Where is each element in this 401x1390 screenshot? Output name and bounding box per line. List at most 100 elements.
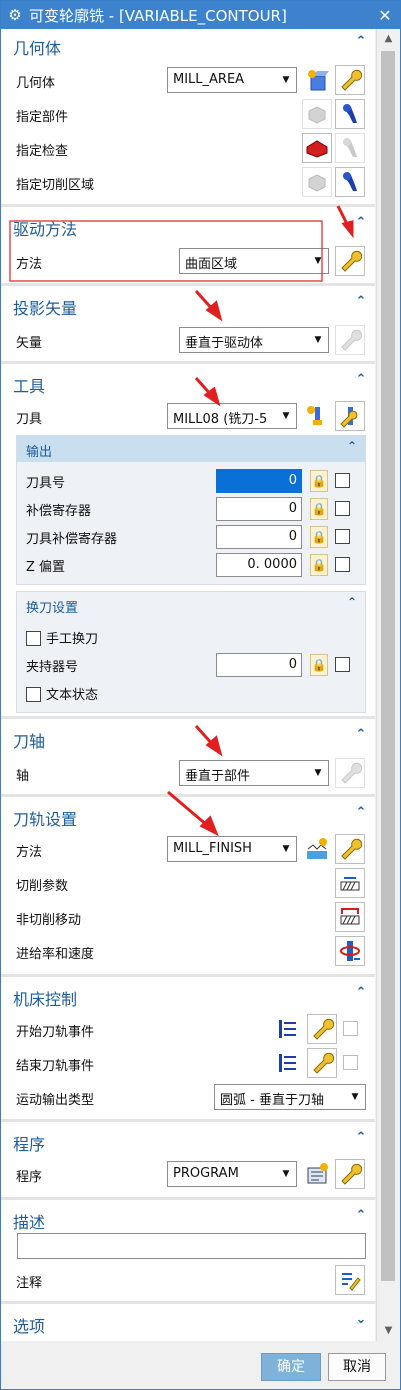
feeds-speeds-icon[interactable] bbox=[335, 936, 365, 966]
chevron-up-icon[interactable]: ⌃ bbox=[353, 985, 369, 1001]
new-tool-icon[interactable] bbox=[302, 401, 332, 431]
row-tool: 刀具 MILL08 (铣刀-5 ▼ bbox=[1, 399, 375, 433]
display-check-flashlight-icon[interactable] bbox=[335, 133, 365, 163]
cutcom-register-input[interactable]: 0 bbox=[216, 525, 302, 549]
section-header-geometry[interactable]: 几何体 ⌃ bbox=[1, 29, 375, 59]
new-method-icon[interactable] bbox=[302, 834, 332, 864]
end-event-copy-icon[interactable] bbox=[273, 1048, 303, 1078]
section-header-machine[interactable]: 机床控制 ⌃ bbox=[1, 980, 375, 1010]
new-geometry-icon[interactable] bbox=[302, 65, 332, 95]
edit-axis-wrench-icon[interactable] bbox=[335, 758, 365, 788]
lock-icon[interactable]: 🔒 bbox=[310, 554, 328, 576]
ok-button[interactable]: 确定 bbox=[261, 1353, 321, 1381]
tool-number-label: 刀具号 bbox=[26, 476, 66, 491]
scroll-down-icon[interactable]: ▼ bbox=[377, 1321, 400, 1341]
holder-number-input[interactable]: 0 bbox=[216, 653, 302, 677]
program-select[interactable]: PROGRAM ▼ bbox=[167, 1161, 297, 1187]
section-header-description[interactable]: 描述 ⌃ bbox=[1, 1203, 375, 1233]
end-event-checkbox[interactable] bbox=[343, 1055, 358, 1070]
close-button[interactable]: ✕ bbox=[370, 6, 400, 25]
dialog-window: ⚙ 可变轮廓铣 - [VARIABLE_CONTOUR] ✕ 几何体 ⌃ 几何体 … bbox=[0, 0, 401, 1390]
program-label: 程序 bbox=[16, 1170, 43, 1185]
z-offset-input[interactable]: 0. 0000 bbox=[216, 553, 302, 577]
note-edit-icon[interactable] bbox=[335, 1265, 365, 1295]
edit-method-wrench-icon[interactable] bbox=[335, 834, 365, 864]
section-header-tool[interactable]: 工具 ⌃ bbox=[1, 367, 375, 397]
edit-end-event-wrench-icon[interactable] bbox=[307, 1048, 337, 1078]
chevron-up-icon[interactable]: ⌃ bbox=[353, 372, 369, 388]
holder-number-checkbox[interactable] bbox=[335, 657, 350, 672]
chevron-up-icon[interactable]: ⌃ bbox=[353, 34, 369, 50]
vector-select[interactable]: 垂直于驱动体 ▼ bbox=[179, 327, 329, 353]
z-offset-checkbox[interactable] bbox=[335, 557, 350, 572]
edit-geometry-wrench-icon[interactable] bbox=[335, 65, 365, 95]
tool-select[interactable]: MILL08 (铣刀-5 ▼ bbox=[167, 403, 297, 429]
lock-icon[interactable]: 🔒 bbox=[310, 526, 328, 548]
display-part-flashlight-icon[interactable] bbox=[335, 99, 365, 129]
section-header-drive[interactable]: 驱动方法 ⌃ bbox=[1, 210, 375, 240]
section-program: 程序 ⌃ 程序 PROGRAM ▼ bbox=[1, 1125, 375, 1200]
gear-icon[interactable]: ⚙ bbox=[1, 6, 29, 24]
select-part-icon[interactable] bbox=[302, 99, 332, 129]
non-cutting-moves-icon[interactable] bbox=[335, 902, 365, 932]
cancel-button[interactable]: 取消 bbox=[328, 1353, 386, 1381]
drive-method-select[interactable]: 曲面区域 ▼ bbox=[179, 248, 329, 274]
select-cut-area-icon[interactable] bbox=[302, 167, 332, 197]
edit-drive-wrench-icon[interactable] bbox=[335, 246, 365, 276]
chevron-up-icon[interactable]: ⌃ bbox=[353, 1130, 369, 1146]
new-program-icon[interactable] bbox=[302, 1159, 332, 1189]
chevron-up-icon[interactable]: ⌃ bbox=[347, 439, 357, 453]
tool-change-subsection: 换刀设置 ⌃ 手工换刀 夹持器号 0 🔒 文本状态 bbox=[16, 591, 366, 713]
adjust-register-input[interactable]: 0 bbox=[216, 497, 302, 521]
select-check-icon[interactable] bbox=[302, 133, 332, 163]
section-options: 选项 ⌄ bbox=[1, 1307, 375, 1341]
checkbox-box[interactable] bbox=[26, 631, 41, 646]
section-header-axis[interactable]: 刀轴 ⌃ bbox=[1, 722, 375, 752]
section-header-projection[interactable]: 投影矢量 ⌃ bbox=[1, 289, 375, 319]
start-event-checkbox[interactable] bbox=[343, 1021, 358, 1036]
row-program: 程序 PROGRAM ▼ bbox=[1, 1157, 375, 1191]
cutting-parameters-icon[interactable] bbox=[335, 868, 365, 898]
geometry-select-value: MILL_AREA bbox=[173, 72, 245, 87]
title-bar: ⚙ 可变轮廓铣 - [VARIABLE_CONTOUR] ✕ bbox=[1, 1, 400, 29]
cutcom-register-checkbox[interactable] bbox=[335, 529, 350, 544]
path-method-select[interactable]: MILL_FINISH ▼ bbox=[167, 836, 297, 862]
chevron-up-icon[interactable]: ⌃ bbox=[353, 294, 369, 310]
edit-tool-icon[interactable] bbox=[335, 401, 365, 431]
edit-program-wrench-icon[interactable] bbox=[335, 1159, 365, 1189]
display-cut-area-flashlight-icon[interactable] bbox=[335, 167, 365, 197]
checkbox-box[interactable] bbox=[26, 687, 41, 702]
tool-change-header[interactable]: 换刀设置 ⌃ bbox=[17, 592, 365, 618]
row-cut-params: 切削参数 bbox=[1, 866, 375, 900]
section-header-program[interactable]: 程序 ⌃ bbox=[1, 1125, 375, 1155]
motion-output-select[interactable]: 圆弧 - 垂直于刀轴 ▼ bbox=[214, 1084, 366, 1110]
chevron-up-icon[interactable]: ⌃ bbox=[353, 727, 369, 743]
chevron-up-icon[interactable]: ⌃ bbox=[347, 595, 357, 609]
start-event-copy-icon[interactable] bbox=[273, 1014, 303, 1044]
chevron-up-icon[interactable]: ⌃ bbox=[353, 805, 369, 821]
edit-start-event-wrench-icon[interactable] bbox=[307, 1014, 337, 1044]
lock-icon[interactable]: 🔒 bbox=[310, 470, 328, 492]
tool-number-checkbox[interactable] bbox=[335, 473, 350, 488]
dropdown-arrow-icon: ▼ bbox=[345, 1085, 365, 1109]
lock-icon[interactable]: 🔒 bbox=[310, 498, 328, 520]
section-header-path[interactable]: 刀轨设置 ⌃ bbox=[1, 800, 375, 830]
scroll-thumb[interactable] bbox=[381, 51, 395, 1281]
text-status-checkbox[interactable]: 文本状态 bbox=[26, 684, 98, 703]
output-header[interactable]: 输出 ⌃ bbox=[17, 436, 365, 462]
edit-vector-wrench-icon[interactable] bbox=[335, 325, 365, 355]
axis-select[interactable]: 垂直于部件 ▼ bbox=[179, 760, 329, 786]
chevron-up-icon[interactable]: ⌃ bbox=[353, 215, 369, 231]
chevron-up-icon[interactable]: ⌃ bbox=[353, 1208, 369, 1224]
geometry-select[interactable]: MILL_AREA ▼ bbox=[167, 67, 297, 93]
lock-icon[interactable]: 🔒 bbox=[310, 654, 328, 676]
adjust-register-checkbox[interactable] bbox=[335, 501, 350, 516]
section-header-options[interactable]: 选项 ⌄ bbox=[1, 1307, 375, 1337]
vertical-scrollbar[interactable]: ▲ ▼ bbox=[376, 29, 400, 1341]
scroll-up-icon[interactable]: ▲ bbox=[377, 29, 400, 49]
description-input[interactable] bbox=[17, 1233, 366, 1259]
tool-number-input[interactable]: 0 bbox=[216, 469, 302, 493]
chevron-down-icon[interactable]: ⌄ bbox=[353, 1312, 369, 1328]
manual-change-checkbox[interactable]: 手工换刀 bbox=[26, 628, 98, 647]
section-title: 刀轴 bbox=[13, 732, 46, 751]
